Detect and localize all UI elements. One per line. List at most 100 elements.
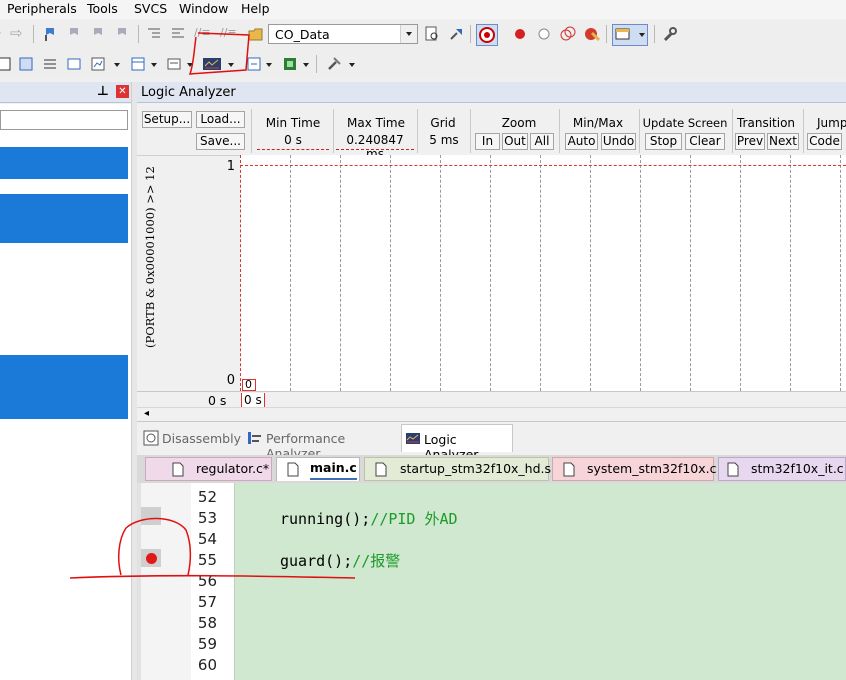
- minmax-auto-button[interactable]: Auto: [565, 133, 598, 150]
- chevron-down-icon[interactable]: [228, 63, 234, 67]
- code-editor[interactable]: [137, 483, 846, 680]
- chevron-down-icon[interactable]: [349, 63, 355, 67]
- symbols-window-icon[interactable]: [42, 56, 60, 74]
- code-button[interactable]: Code: [807, 133, 842, 150]
- indent-icon[interactable]: [146, 26, 164, 44]
- forward-icon[interactable]: ⇨: [10, 24, 28, 42]
- build-target-icon[interactable]: [448, 26, 466, 44]
- window-layout-icon[interactable]: [612, 24, 648, 46]
- clear-bookmarks-icon[interactable]: [114, 26, 132, 44]
- file-tab-regulator[interactable]: regulator.c*: [145, 457, 272, 481]
- save-button[interactable]: Save...: [196, 133, 245, 150]
- menu-tools[interactable]: Tools: [87, 1, 118, 16]
- serial-window-icon[interactable]: [166, 56, 184, 74]
- uncomment-icon[interactable]: //≡: [220, 26, 238, 44]
- bookmark-icon[interactable]: [42, 26, 60, 44]
- logic-analyzer-plot[interactable]: 0: [240, 155, 846, 391]
- file-tab-label: regulator.c*: [196, 461, 270, 476]
- file-tab-startup[interactable]: startup_stm32f10x_hd.s: [364, 457, 551, 484]
- comment-icon[interactable]: //≡: [194, 26, 212, 44]
- call-stack-window-icon[interactable]: [90, 56, 108, 74]
- chevron-down-icon[interactable]: [187, 63, 193, 67]
- breakpoint-icon[interactable]: [512, 26, 530, 44]
- disable-all-breakpoints-icon[interactable]: [560, 26, 578, 44]
- grid-line: [740, 155, 741, 391]
- logic-analyzer-title: Logic Analyzer: [141, 85, 236, 100]
- menu-svcs[interactable]: SVCS: [134, 1, 167, 16]
- file-tab-system[interactable]: system_stm32f10x.c: [552, 457, 717, 481]
- file-tab-main[interactable]: main.c: [276, 457, 360, 481]
- target-select[interactable]: CO_Data: [268, 24, 418, 44]
- zoom-in-button[interactable]: In: [475, 133, 500, 150]
- line-number: 59: [197, 635, 217, 653]
- left-panel: [0, 104, 131, 680]
- trace-window-icon[interactable]: [246, 56, 264, 74]
- find-in-files-icon[interactable]: [424, 26, 442, 44]
- menu-help[interactable]: Help: [241, 1, 270, 16]
- left-panel-selection-block[interactable]: [0, 355, 128, 419]
- breakpoint-gutter-cell[interactable]: [141, 549, 161, 567]
- tab-disassembly[interactable]: Disassembly: [143, 427, 241, 449]
- logic-analyzer-window-icon[interactable]: [202, 56, 224, 74]
- next-bookmark-icon[interactable]: [90, 26, 108, 44]
- unindent-icon[interactable]: [170, 26, 188, 44]
- menu-bar: Peripherals Tools SVCS Window Help: [0, 0, 846, 19]
- minmax-undo-button[interactable]: Undo: [601, 133, 636, 150]
- configure-wrench-icon[interactable]: [662, 26, 680, 44]
- disable-breakpoint-icon[interactable]: [536, 26, 554, 44]
- system-viewer-icon[interactable]: [282, 56, 300, 74]
- code-line-55[interactable]: guard();//报警: [280, 550, 400, 571]
- debug-session-icon[interactable]: [476, 24, 498, 46]
- code-text: guard();: [280, 552, 353, 570]
- prev-button[interactable]: Prev: [735, 133, 765, 150]
- code-text: running();: [280, 510, 371, 528]
- zoom-label: Zoom: [501, 116, 537, 130]
- close-icon[interactable]: ✕: [116, 85, 129, 98]
- left-panel-input[interactable]: [0, 110, 128, 130]
- value-marker-box: 0: [242, 379, 256, 391]
- disassembly-window-icon[interactable]: [18, 56, 36, 74]
- file-tabs: regulator.c* main.c startup_stm32f10x_hd…: [137, 455, 846, 483]
- memory-window-icon[interactable]: [130, 56, 148, 74]
- load-button[interactable]: Load...: [196, 111, 245, 128]
- chevron-down-icon[interactable]: [114, 63, 120, 67]
- signal-label-area[interactable]: (PORTB & 0x00001000) >> 12 1 0: [137, 155, 240, 391]
- toolbar-build: › ⇨ //≡ //≡ CO_Data: [0, 20, 846, 49]
- line-number: 55: [197, 551, 217, 569]
- left-panel-selection-block[interactable]: [0, 194, 128, 243]
- open-folder-icon[interactable]: [248, 26, 266, 44]
- left-panel-selection-block[interactable]: [0, 147, 128, 179]
- next-button[interactable]: Next: [767, 133, 799, 150]
- code-line-53[interactable]: running();//PID 外AD: [280, 508, 458, 529]
- toolbox-icon[interactable]: [326, 56, 344, 74]
- menu-window[interactable]: Window: [179, 1, 228, 16]
- zoom-out-button[interactable]: Out: [502, 133, 528, 150]
- divider: [251, 109, 252, 153]
- registers-window-icon[interactable]: [66, 56, 84, 74]
- chevron-down-icon[interactable]: [303, 63, 309, 67]
- horizontal-scrollbar[interactable]: ◂: [137, 407, 846, 421]
- grid-line: [440, 155, 441, 391]
- file-icon: [375, 462, 387, 484]
- stop-button[interactable]: Stop: [645, 133, 682, 150]
- chevron-down-icon[interactable]: [266, 63, 272, 67]
- breakpoint-icon[interactable]: [146, 553, 157, 564]
- command-window-icon[interactable]: [0, 56, 14, 74]
- menu-peripherals[interactable]: Peripherals: [7, 1, 77, 16]
- zoom-all-button[interactable]: All: [530, 133, 554, 150]
- setup-button[interactable]: Setup...: [142, 111, 192, 128]
- scroll-left-icon[interactable]: ◂: [144, 408, 149, 419]
- pin-icon[interactable]: ⊥: [97, 84, 109, 99]
- logic-analyzer-tab-icon: [405, 431, 421, 450]
- kill-breakpoints-icon[interactable]: [584, 26, 602, 44]
- file-tab-stm32f10x-it[interactable]: stm32f10x_it.c: [718, 457, 846, 481]
- tab-logic-analyzer[interactable]: Logic Analyzer: [401, 424, 513, 462]
- grid-line: [540, 155, 541, 391]
- prev-bookmark-icon[interactable]: [66, 26, 84, 44]
- grid-line: [690, 155, 691, 391]
- tab-performance-analyzer[interactable]: Performance Analyzer: [245, 427, 399, 461]
- logic-analyzer-titlebar: Logic Analyzer: [137, 82, 846, 103]
- chevron-down-icon[interactable]: [400, 25, 417, 43]
- chevron-down-icon[interactable]: [151, 63, 157, 67]
- clear-button[interactable]: Clear: [685, 133, 725, 150]
